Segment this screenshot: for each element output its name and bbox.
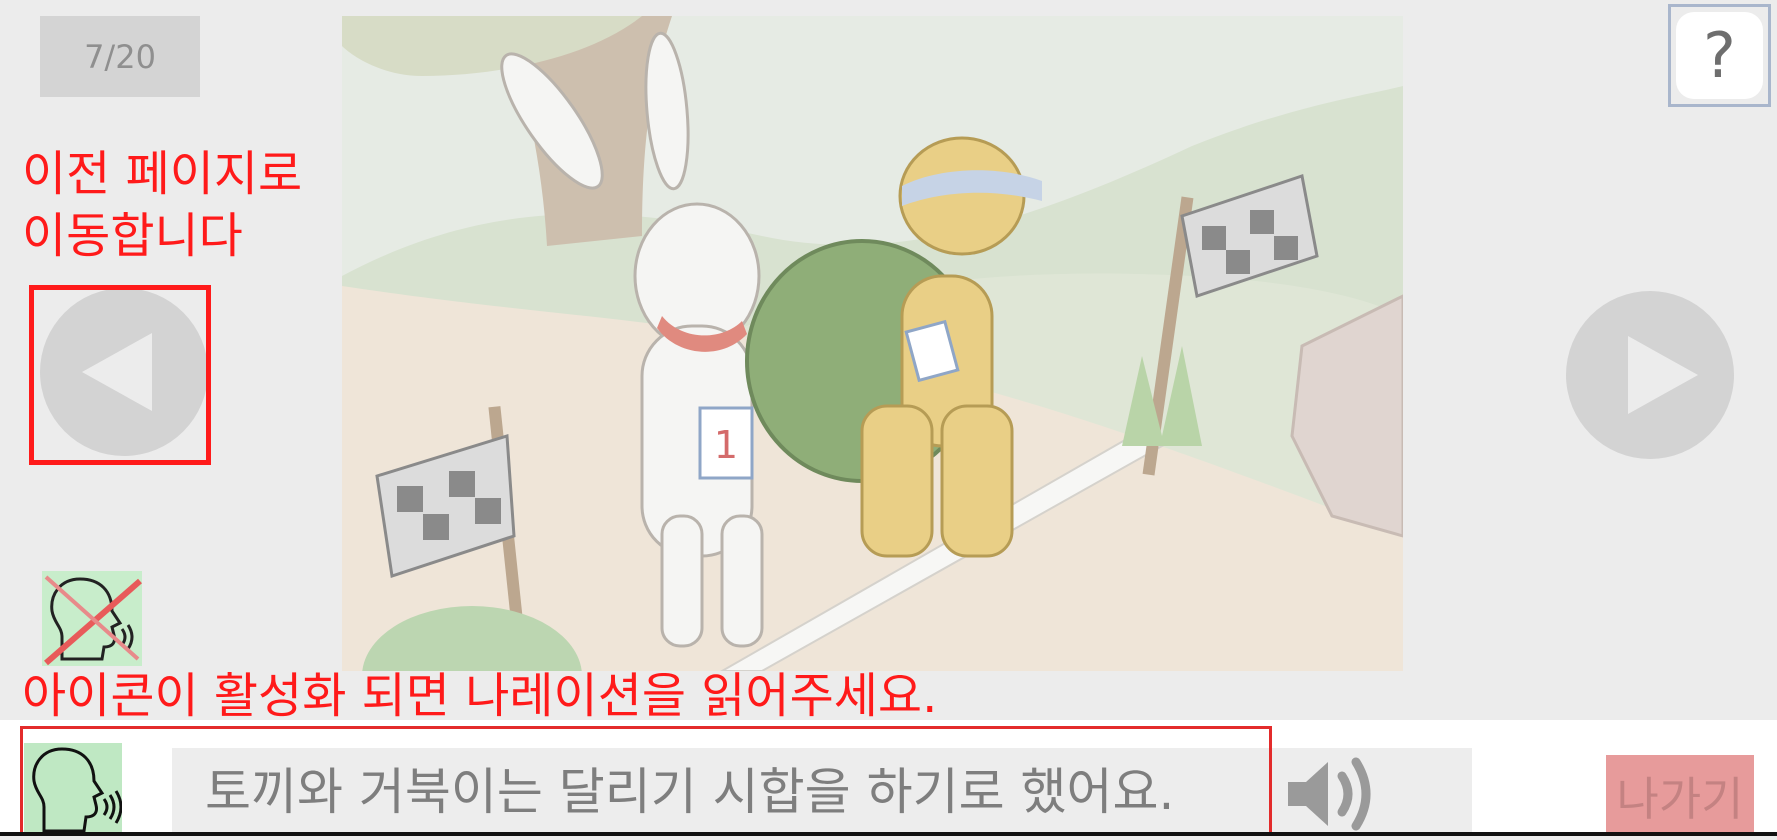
speaker-icon (1288, 757, 1371, 831)
prev-page-hint: 이전 페이지로 이동합니다 (22, 146, 303, 264)
speaker-button[interactable] (1284, 752, 1384, 836)
triangle-right-icon (1628, 336, 1698, 414)
narration-disabled-icon (42, 571, 142, 666)
narration-highlight (20, 726, 1272, 836)
story-illustration: 1 (342, 16, 1403, 671)
next-page-button[interactable] (1566, 291, 1734, 459)
bottom-border (0, 832, 1777, 836)
narration-hint: 아이콘이 활성화 되면 나레이션을 읽어주세요. (22, 668, 938, 724)
rabbit-turtle-race-illustration: 1 (342, 16, 1403, 671)
svg-text:1: 1 (714, 423, 738, 467)
exit-button[interactable]: 나가기 (1606, 755, 1754, 836)
prev-button-highlight (29, 285, 211, 465)
page-counter: 7/20 (40, 16, 200, 97)
help-button[interactable]: ? (1668, 4, 1771, 107)
help-icon: ? (1676, 12, 1763, 99)
